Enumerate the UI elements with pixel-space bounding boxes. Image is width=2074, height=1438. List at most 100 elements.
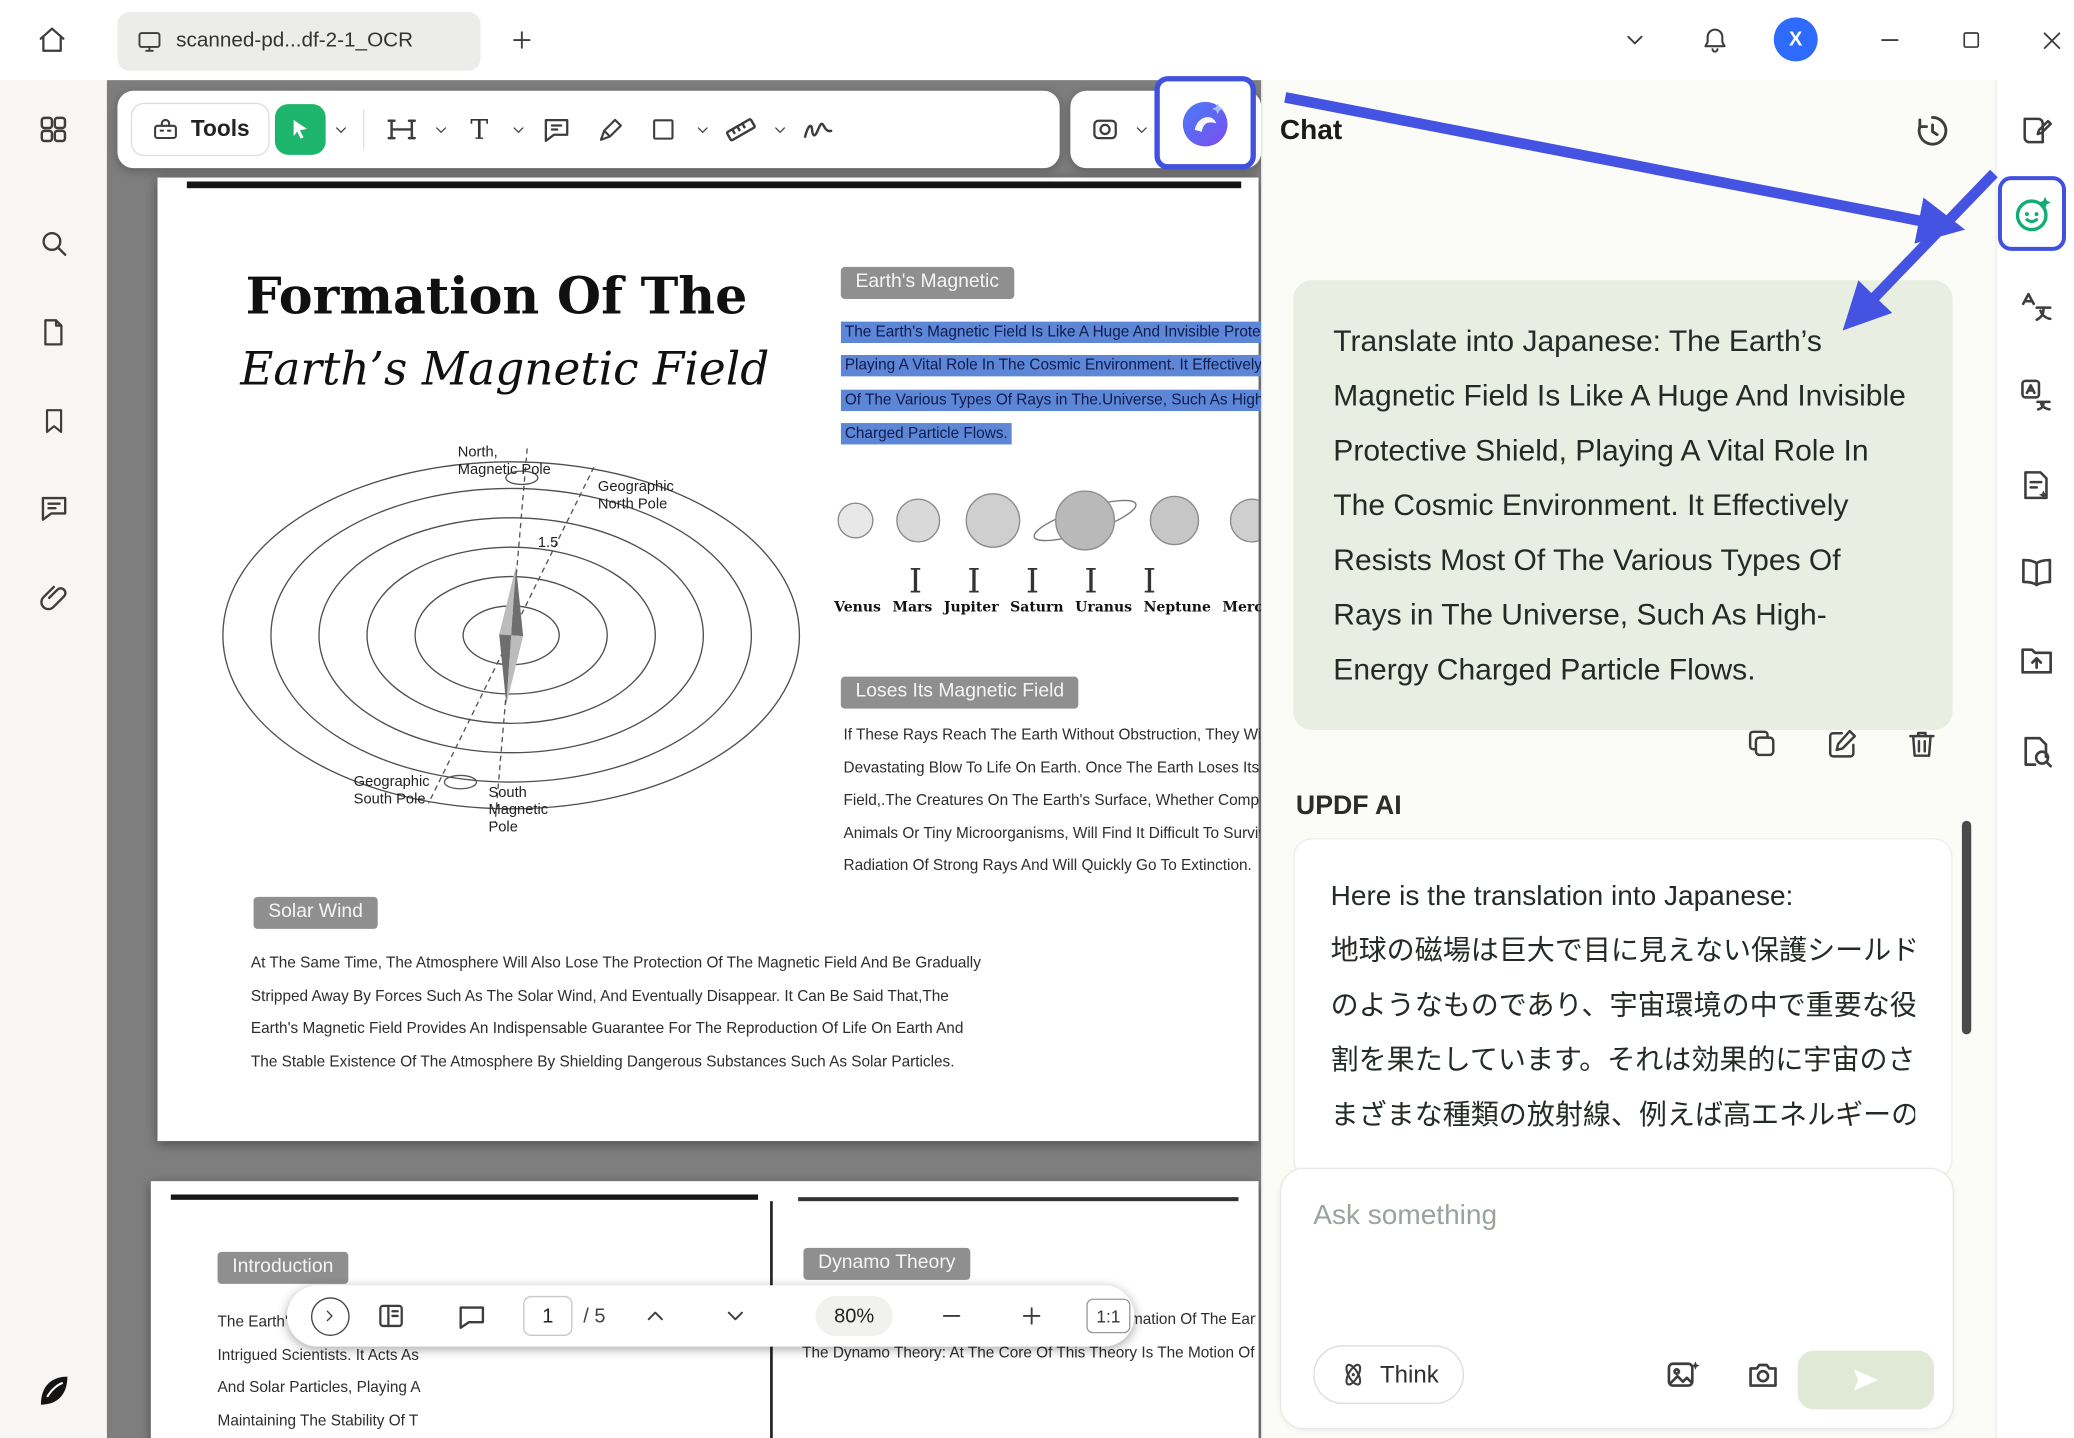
edit-icon[interactable] bbox=[1824, 726, 1859, 761]
text-tool-icon: T bbox=[470, 113, 488, 145]
label-scale: 1.5 bbox=[538, 535, 558, 552]
measure-tool[interactable] bbox=[717, 103, 765, 156]
message-actions bbox=[1293, 726, 1952, 761]
next-page-button[interactable] bbox=[709, 1285, 762, 1346]
collapse-toolbar-button[interactable] bbox=[1610, 15, 1661, 66]
titlebar: scanned-pd...df-2-1_OCR X bbox=[0, 0, 2074, 80]
sidebar-item-attachments[interactable] bbox=[35, 579, 72, 616]
edit-text-chevron[interactable] bbox=[431, 103, 450, 156]
comment-icon bbox=[37, 490, 70, 523]
text-line: Radiation Of Strong Rays And Will Quickl… bbox=[843, 858, 1259, 891]
main-toolbar: Tools T bbox=[117, 91, 1059, 168]
add-text-chevron[interactable] bbox=[509, 103, 528, 156]
ai-chat-icon bbox=[2011, 192, 2054, 235]
ratio-label: 1:1 bbox=[1096, 1306, 1120, 1326]
edit-text-tool[interactable] bbox=[378, 103, 426, 156]
sidebar-item-translate-text[interactable] bbox=[2015, 287, 2056, 328]
copy-icon[interactable] bbox=[1744, 726, 1779, 761]
sidebar-item-pages[interactable] bbox=[35, 314, 72, 351]
app-logo[interactable] bbox=[35, 1372, 72, 1409]
home-icon bbox=[36, 24, 68, 56]
sidebar-item-apps[interactable] bbox=[35, 111, 72, 148]
actual-size-button[interactable]: 1:1 bbox=[1086, 1299, 1130, 1334]
think-toggle-button[interactable]: Think bbox=[1313, 1345, 1464, 1404]
screenshot-chevron[interactable] bbox=[1132, 103, 1151, 156]
screenshot-icon bbox=[1089, 113, 1121, 145]
notifications-button[interactable] bbox=[1690, 15, 1741, 66]
shape-tool[interactable] bbox=[639, 103, 687, 156]
text-line: Maintaining The Stability Of T bbox=[218, 1413, 699, 1438]
text-line: Animals Or Tiny Microorganisms, Will Fin… bbox=[843, 825, 1259, 858]
avatar[interactable]: X bbox=[1774, 17, 1818, 61]
comment-tool[interactable] bbox=[533, 103, 581, 156]
close-button[interactable] bbox=[2026, 15, 2074, 66]
tag-earths-magnetic: Earth's Magnetic bbox=[841, 267, 1014, 299]
camera-icon[interactable] bbox=[1744, 1356, 1781, 1393]
paragraph-solar-wind: At The Same Time, The Atmosphere Will Al… bbox=[251, 956, 981, 1087]
ai-response-intro: Here is the translation into Japanese: bbox=[1331, 869, 1916, 924]
chat-panel: Chat Translate into Japanese: The Earth’… bbox=[1261, 80, 1995, 1438]
ai-chat-sidebar-button[interactable] bbox=[1998, 176, 2066, 251]
zoom-out-button[interactable] bbox=[925, 1285, 978, 1346]
thumbnails-icon bbox=[375, 1300, 407, 1332]
insert-image-icon[interactable] bbox=[1664, 1356, 1701, 1393]
chevron-down-icon bbox=[509, 121, 526, 138]
apps-grid-icon bbox=[36, 112, 71, 147]
thumbnails-button[interactable] bbox=[364, 1285, 417, 1346]
page-number-input[interactable] bbox=[523, 1296, 572, 1336]
chevron-down-icon bbox=[693, 121, 710, 138]
toolbox-icon bbox=[151, 115, 180, 144]
updf-logo-icon bbox=[35, 1371, 72, 1411]
select-tool-button[interactable] bbox=[275, 104, 326, 155]
paperclip-icon bbox=[37, 581, 70, 614]
send-button[interactable] bbox=[1798, 1351, 1934, 1410]
expand-panel-button[interactable] bbox=[306, 1285, 354, 1346]
delete-icon[interactable] bbox=[1905, 726, 1940, 761]
magnetic-field-diagram bbox=[178, 438, 819, 838]
search-icon bbox=[37, 226, 70, 259]
sidebar-item-comments[interactable] bbox=[35, 488, 72, 525]
chat-history-button[interactable] bbox=[1913, 111, 1953, 151]
chat-scrollbar[interactable] bbox=[1962, 821, 1971, 1035]
sidebar-item-ai-forms[interactable] bbox=[2015, 464, 2056, 505]
right-sidebar bbox=[1995, 80, 2074, 1438]
sidebar-item-search-document[interactable] bbox=[2015, 730, 2056, 771]
home-button[interactable] bbox=[27, 15, 78, 66]
page-comment-button[interactable] bbox=[444, 1285, 497, 1346]
pdf-title-line2: Earth’s Magnetic Field bbox=[240, 343, 769, 396]
zoom-level-button[interactable]: 80% bbox=[815, 1296, 892, 1336]
signature-tool[interactable] bbox=[794, 103, 842, 156]
pdf-title-line1: Formation Of The bbox=[246, 266, 748, 326]
sidebar-item-export[interactable] bbox=[2015, 639, 2056, 680]
select-tool-chevron[interactable] bbox=[331, 103, 350, 156]
maximize-button[interactable] bbox=[1946, 15, 1997, 66]
measure-tool-chevron[interactable] bbox=[770, 103, 789, 156]
new-tab-button[interactable] bbox=[496, 15, 547, 66]
add-text-tool[interactable]: T bbox=[455, 103, 503, 156]
minimize-button[interactable] bbox=[1864, 15, 1915, 66]
document-icon bbox=[37, 316, 69, 348]
screenshot-tool[interactable] bbox=[1081, 103, 1129, 156]
document-tab[interactable]: scanned-pd...df-2-1_OCR bbox=[117, 12, 480, 71]
sidebar-item-translate-page[interactable] bbox=[2015, 374, 2056, 415]
sidebar-item-search[interactable] bbox=[35, 224, 72, 261]
translate-page-icon bbox=[2018, 376, 2054, 412]
sidebar-item-reader[interactable] bbox=[2015, 109, 2056, 150]
sidebar-item-read-mode[interactable] bbox=[2015, 551, 2056, 592]
previous-page-button[interactable] bbox=[629, 1285, 682, 1346]
left-sidebar bbox=[0, 80, 107, 1438]
tools-button[interactable]: Tools bbox=[131, 103, 270, 156]
plus-icon bbox=[1018, 1303, 1045, 1330]
export-folder-icon bbox=[2017, 641, 2054, 678]
plus-icon bbox=[508, 27, 535, 54]
history-icon bbox=[1913, 111, 1953, 151]
shape-tool-chevron[interactable] bbox=[693, 103, 712, 156]
sidebar-item-bookmarks[interactable] bbox=[35, 402, 72, 439]
chat-input-card: Think bbox=[1280, 1168, 1954, 1430]
pen-tool[interactable] bbox=[586, 103, 634, 156]
toolbar-divider bbox=[363, 109, 364, 149]
ai-assistant-toolbar-button[interactable] bbox=[1154, 76, 1255, 169]
chevron-down-icon bbox=[432, 121, 449, 138]
zoom-in-button[interactable] bbox=[1005, 1285, 1058, 1346]
chat-input[interactable] bbox=[1313, 1193, 1914, 1238]
